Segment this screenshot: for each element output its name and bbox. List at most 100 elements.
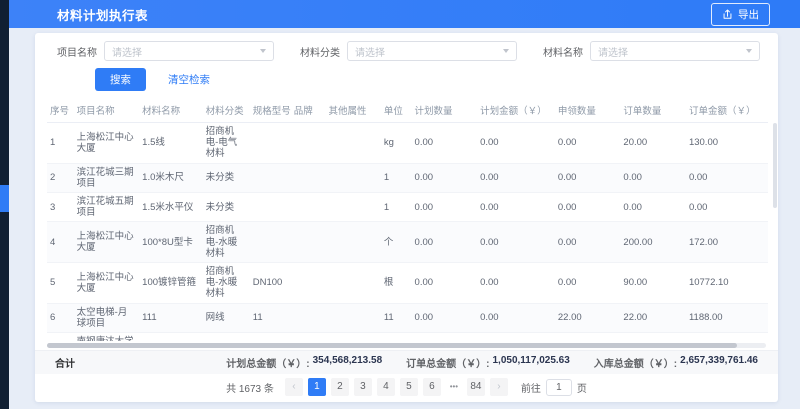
table-cell: [326, 333, 381, 341]
column-header: 材料名称: [139, 98, 202, 123]
table-cell: 上海松江中心大厦: [74, 222, 140, 263]
page-button-5[interactable]: 5: [400, 378, 418, 396]
goto-suffix: 页: [577, 380, 587, 395]
table-cell: 100镀锌管箍: [139, 263, 202, 304]
table-cell: 0.00: [555, 163, 621, 192]
table-cell: 0.00: [620, 193, 686, 222]
table-cell: 0.00: [477, 222, 555, 263]
table-cell: 0.00: [412, 163, 478, 192]
select-input[interactable]: 请选择: [590, 41, 760, 61]
page-button-2[interactable]: 2: [331, 378, 349, 396]
table-row[interactable]: 3滨江花城五期项目1.5米水平仪未分类10.000.000.000.000.00: [47, 193, 768, 222]
column-header: 计划金额（￥）: [477, 98, 555, 123]
table-cell: 滨江花城三期项目: [74, 163, 140, 192]
table-cell: 100*8U型卡: [139, 222, 202, 263]
search-button[interactable]: 搜索: [95, 68, 146, 91]
table-cell: [291, 303, 326, 332]
table-cell: 22.00: [620, 303, 686, 332]
topbar: 材料计划执行表 导出: [9, 0, 800, 28]
page-button-4[interactable]: 4: [377, 378, 395, 396]
table-container: 序号项目名称材料名称材料分类规格型号品牌其他属性单位计划数量计划金额（￥）申领数…: [35, 97, 778, 341]
summary-item-label: 计划总金额（￥）:: [226, 355, 309, 370]
filter-label: 材料名称: [543, 44, 583, 59]
table-cell: 11: [381, 303, 412, 332]
table-cell: 1.0米木尺: [139, 163, 202, 192]
page-button-84[interactable]: 84: [467, 378, 485, 396]
table-cell: [291, 263, 326, 304]
export-button[interactable]: 导出: [711, 3, 770, 26]
column-header: 序号: [47, 98, 74, 123]
table-row[interactable]: 7南钢康达大学生公寓新建123不锈钢*米重10.00200000.0011.00…: [47, 333, 768, 341]
select-input[interactable]: 请选择: [347, 41, 517, 61]
table-cell: 20.00: [620, 123, 686, 164]
column-header: 项目名称: [74, 98, 140, 123]
table-row[interactable]: 2滨江花城三期项目1.0米木尺未分类10.000.000.000.000.00: [47, 163, 768, 192]
table-cell: 6: [47, 303, 74, 332]
summary-row: 合计 计划总金额（￥）:354,568,213.58订单总金额（￥）:1,050…: [35, 350, 778, 374]
table-cell: 7: [47, 333, 74, 341]
table-cell: 网线: [203, 303, 250, 332]
table-cell: 0.00: [412, 303, 478, 332]
summary-item-label: 入库总金额（￥）:: [594, 355, 677, 370]
column-header: 订单金额（￥）: [686, 98, 768, 123]
table-cell: 0.00: [477, 123, 555, 164]
column-header: 其他属性: [326, 98, 381, 123]
page-button-1[interactable]: 1: [308, 378, 326, 396]
clear-search-button[interactable]: 清空检索: [162, 71, 216, 88]
next-page-button[interactable]: ›: [490, 378, 508, 396]
sidebar-collapsed: [0, 0, 9, 409]
column-header: 品牌: [291, 98, 326, 123]
pagination-total-count: 共 1673 条: [226, 380, 274, 395]
table-cell: 5: [47, 263, 74, 304]
table-cell: 招商机电-水暖材料: [203, 222, 250, 263]
table-cell: 上海松江中心大厦: [74, 263, 140, 304]
table-row[interactable]: 6太空电梯-月球项目111网线11110.000.0022.0022.00118…: [47, 303, 768, 332]
table-cell: 11.00: [555, 333, 621, 341]
page: 材料计划执行表 导出 项目名称请选择材料分类请选择材料名称请选择 搜索 清空检索: [0, 0, 800, 409]
filter-field-2: 材料分类请选择: [300, 41, 517, 61]
content: 项目名称请选择材料分类请选择材料名称请选择 搜索 清空检索 序号项目名称材料名称…: [9, 28, 800, 409]
sidebar-toggle[interactable]: [0, 185, 9, 212]
table-cell: 上海松江中心大厦: [74, 123, 140, 164]
table-cell: [250, 123, 291, 164]
table-cell: 0.00: [555, 193, 621, 222]
table-cell: *: [250, 333, 291, 341]
filter-field-3: 材料名称请选择: [543, 41, 760, 61]
table-cell: 根: [381, 263, 412, 304]
summary-item-value: 354,568,213.58: [313, 355, 383, 370]
page-button-3[interactable]: 3: [354, 378, 372, 396]
table-cell: 1: [47, 123, 74, 164]
summary-item-value: 2,657,339,761.46: [680, 355, 758, 370]
table-cell: 米重: [381, 333, 412, 341]
table-cell: [250, 163, 291, 192]
vertical-scrollbar[interactable]: [773, 123, 777, 208]
table-cell: 0.00: [477, 163, 555, 192]
summary-item: 入库总金额（￥）:2,657,339,761.46: [594, 355, 758, 370]
table-cell: 未分类: [203, 193, 250, 222]
column-header: 材料分类: [203, 98, 250, 123]
table-cell: 123: [139, 333, 202, 341]
table-cell: [326, 163, 381, 192]
chevron-down-icon: [503, 49, 509, 53]
table-cell: 200000.00: [477, 333, 555, 341]
table-cell: 130.00: [686, 123, 768, 164]
select-input[interactable]: 请选择: [104, 41, 274, 61]
table-row[interactable]: 1上海松江中心大厦1.5线招商机电-电气材料kg0.000.000.0020.0…: [47, 123, 768, 164]
table-cell: 不锈钢: [203, 333, 250, 341]
goto-page-input[interactable]: [546, 379, 572, 396]
table-cell: 招商机电-电气材料: [203, 123, 250, 164]
horizontal-scrollbar[interactable]: [47, 343, 737, 348]
prev-page-button[interactable]: ‹: [285, 378, 303, 396]
table-row[interactable]: 5上海松江中心大厦100镀锌管箍招商机电-水暖材料DN100根0.000.000…: [47, 263, 768, 304]
table-cell: [291, 222, 326, 263]
table-cell: kg: [381, 123, 412, 164]
filter-label: 项目名称: [57, 44, 97, 59]
export-icon: [722, 9, 733, 20]
table-cell: [326, 222, 381, 263]
page-button-6[interactable]: 6: [423, 378, 441, 396]
goto-prefix: 前往: [521, 380, 541, 395]
table-cell: 0.00: [686, 333, 768, 341]
pagination-ellipsis[interactable]: •••: [446, 378, 462, 396]
table-row[interactable]: 4上海松江中心大厦100*8U型卡招商机电-水暖材料个0.000.000.002…: [47, 222, 768, 263]
table-cell: 11: [250, 303, 291, 332]
